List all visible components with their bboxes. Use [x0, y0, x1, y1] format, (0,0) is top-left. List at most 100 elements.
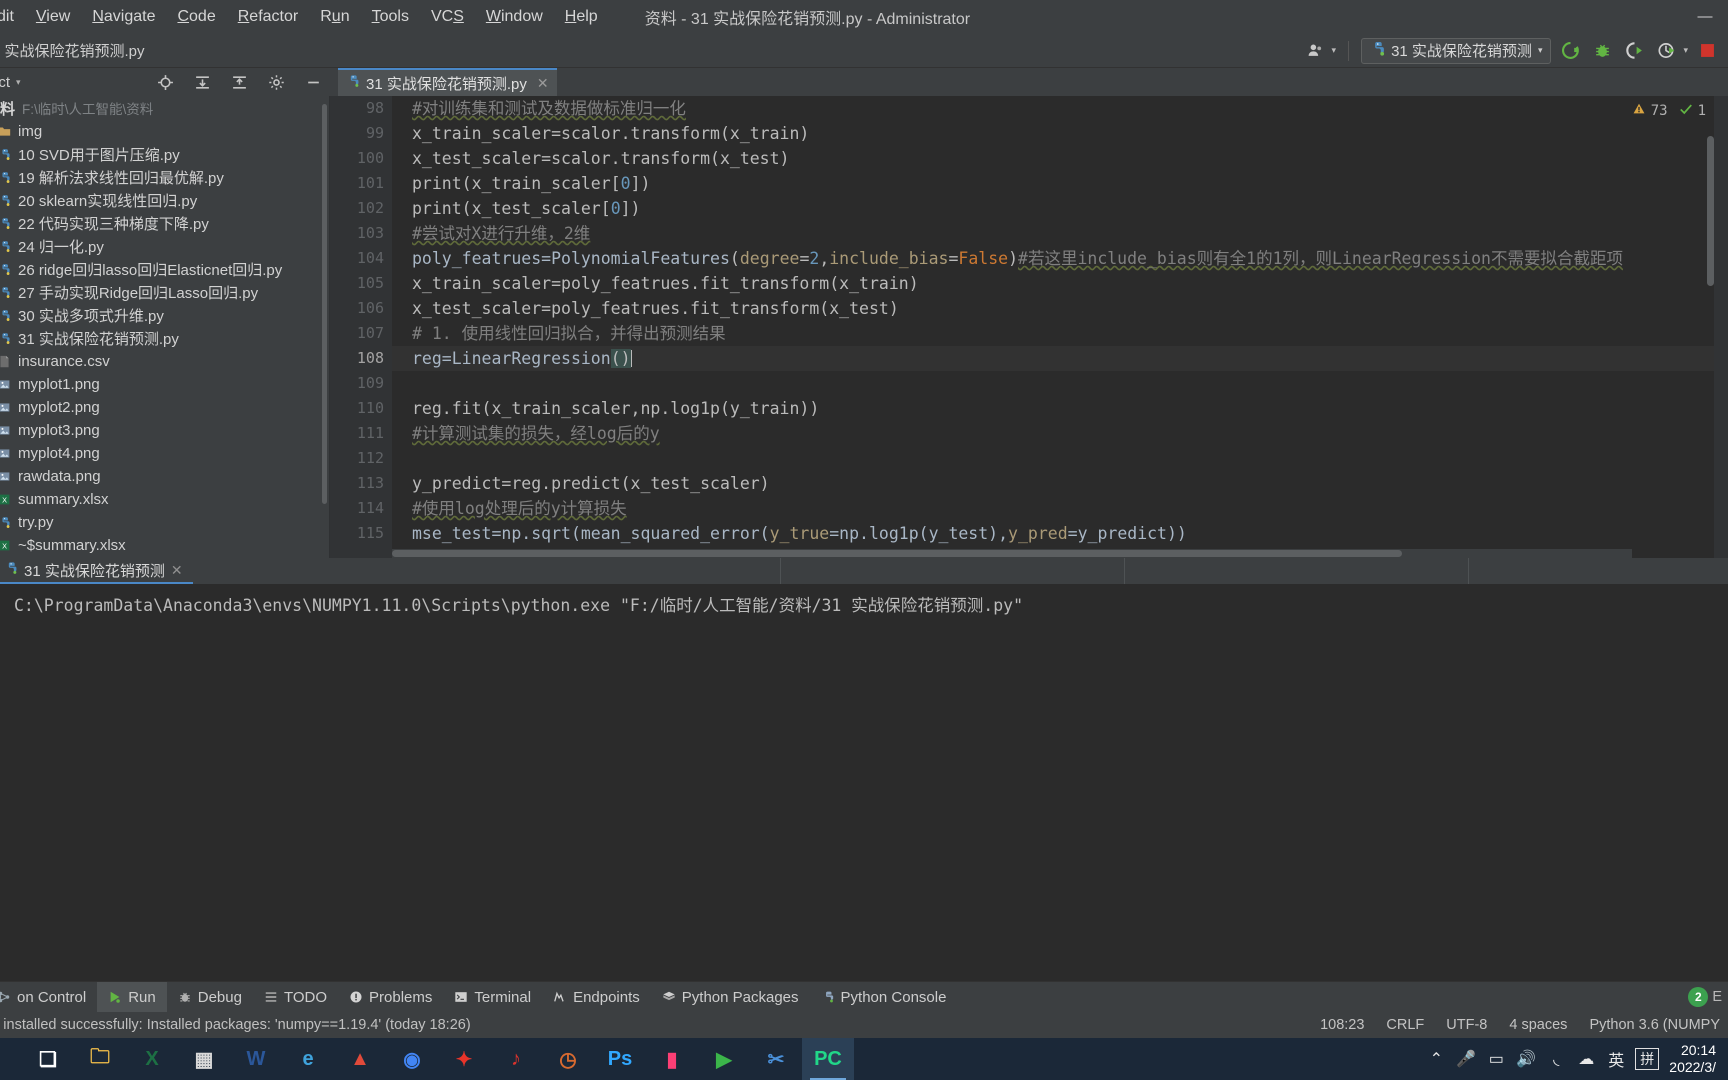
bottom-tab-problems[interactable]: Problems — [338, 982, 443, 1013]
select-opened-file-icon[interactable] — [152, 69, 178, 95]
project-file-list[interactable]: img 10 SVD用于图片压缩.py 19 解析法求线性回归最优解.py 20 sk… — [0, 120, 329, 557]
file-explorer-icon[interactable]: 🗀 — [74, 1038, 126, 1080]
code-line[interactable]: # 1. 使用线性回归拟合，并得出预测结果 — [392, 321, 1728, 346]
bottom-tab-on-control[interactable]: on Control — [0, 982, 97, 1013]
pycharm-icon[interactable]: PC — [802, 1038, 854, 1080]
bottom-tab-endpoints[interactable]: Endpoints — [542, 982, 651, 1013]
code-content[interactable]: #对训练集和测试及数据做标准归一化 x_train_scaler=scalor.t… — [392, 96, 1728, 558]
project-tree-item[interactable]: 22 代码实现三种梯度下降.py — [0, 212, 329, 235]
stop-button[interactable] — [1694, 38, 1720, 64]
project-tree-item[interactable]: X ~$summary.xlsx — [0, 534, 329, 557]
run-config-caret-icon[interactable]: ▾ — [1538, 45, 1543, 56]
project-tree-item[interactable]: img — [0, 120, 329, 143]
code-line[interactable]: mse_test=np.sqrt(mean_squared_error(y_tr… — [392, 521, 1728, 546]
chrome-icon[interactable]: ◉ — [386, 1038, 438, 1080]
code-line[interactable]: x_train_scaler=poly_featrues.fit_transfo… — [392, 271, 1728, 296]
project-tree-item[interactable]: 20 sklearn实现线性回归.py — [0, 189, 329, 212]
word-icon[interactable]: W — [230, 1038, 282, 1080]
caret-position[interactable]: 108:23 — [1320, 1017, 1364, 1033]
editor-vertical-scrollbar[interactable] — [1707, 136, 1714, 286]
run-configuration-selector[interactable]: 31 实战保险花销预测 ▾ — [1361, 37, 1552, 64]
bottom-tab-python-console[interactable]: Python Console — [810, 982, 958, 1013]
expand-all-icon[interactable] — [189, 69, 215, 95]
editor-hscroll-thumb[interactable] — [392, 550, 1402, 557]
code-editor[interactable]: 98 99 100 101 102 103 104 105 106 107 108 109 110 111… — [330, 96, 1728, 558]
close-icon[interactable]: ✕ — [537, 75, 549, 92]
show-hidden-icons-icon[interactable]: ⌃ — [1421, 1038, 1451, 1080]
clock-icon[interactable]: ◷ — [542, 1038, 594, 1080]
media-player-icon[interactable]: ▶ — [698, 1038, 750, 1080]
jetbrains-icon[interactable]: ▮ — [646, 1038, 698, 1080]
menu-navigate[interactable]: Navigate — [81, 4, 166, 30]
flash-icon[interactable]: ✦ — [438, 1038, 490, 1080]
code-line[interactable]: #计算测试集的损失，经log后的y — [392, 421, 1728, 446]
close-icon[interactable]: ✕ — [171, 562, 183, 579]
event-log-label[interactable]: E — [1712, 989, 1722, 1005]
menu-tools[interactable]: Tools — [361, 4, 420, 30]
project-tree-item[interactable]: myplot2.png — [0, 396, 329, 419]
code-line[interactable]: x_train_scaler=scalor.transform(x_train) — [392, 121, 1728, 146]
profile-button[interactable] — [1653, 38, 1679, 64]
project-tree-item[interactable]: 24 归一化.py — [0, 235, 329, 258]
project-tree-item[interactable]: 30 实战多项式升维.py — [0, 304, 329, 327]
profile-caret-icon[interactable]: ▾ — [1683, 45, 1688, 56]
project-tree-item[interactable]: 27 手动实现Ridge回归Lasso回归.py — [0, 281, 329, 304]
inspection-status[interactable]: 73 1 — [1632, 102, 1706, 120]
netease-music-icon[interactable]: ♪ — [490, 1038, 542, 1080]
menu-refactor[interactable]: Refactor — [227, 4, 309, 30]
menu-run[interactable]: Run — [309, 4, 360, 30]
settings-gear-icon[interactable] — [263, 69, 289, 95]
menu-help[interactable]: Help — [554, 4, 609, 30]
ime-lang-icon[interactable]: 英 — [1601, 1038, 1631, 1080]
minimize-button[interactable]: — — [1682, 0, 1728, 33]
project-tree-item[interactable]: 31 实战保险花销预测.py — [0, 327, 329, 350]
project-tree-item[interactable]: myplot4.png — [0, 442, 329, 465]
run-tab-active[interactable]: 31 实战保险花销预测 ✕ — [0, 558, 193, 584]
code-line[interactable]: #使用log处理后的y计算损失 — [392, 496, 1728, 521]
bottom-tab-terminal[interactable]: Terminal — [443, 982, 542, 1013]
edge-icon[interactable]: e — [282, 1038, 334, 1080]
code-line[interactable]: poly_featrues=PolynomialFeatures(degree=… — [392, 246, 1728, 271]
python-interpreter[interactable]: Python 3.6 (NUMPY — [1589, 1017, 1720, 1033]
editor-tab-active[interactable]: 31 实战保险花销预测.py ✕ — [338, 68, 557, 96]
project-tree-item[interactable]: Xsummary.xlsx — [0, 488, 329, 511]
run-button[interactable] — [1557, 38, 1583, 64]
menu-vcs[interactable]: VCS — [420, 4, 475, 30]
collapse-all-icon[interactable] — [226, 69, 252, 95]
code-line[interactable] — [392, 371, 1728, 396]
editor-warning-stripe[interactable] — [1714, 96, 1728, 558]
task-view-icon[interactable]: ❏ — [22, 1038, 74, 1080]
indent-setting[interactable]: 4 spaces — [1509, 1017, 1567, 1033]
file-encoding[interactable]: UTF-8 — [1446, 1017, 1487, 1033]
bottom-tab-python-packages[interactable]: Python Packages — [651, 982, 810, 1013]
project-tree-item[interactable]: insurance.csv — [0, 350, 329, 373]
toolwindow-title[interactable]: ect — [0, 74, 10, 91]
project-tree-item[interactable]: myplot3.png — [0, 419, 329, 442]
menu-code[interactable]: Code — [166, 4, 226, 30]
snipaste-icon[interactable]: ✂ — [750, 1038, 802, 1080]
event-log-badge[interactable]: 2 — [1688, 987, 1709, 1007]
project-root-row[interactable]: 料 F:\临时\人工智能\资料 — [0, 96, 329, 120]
code-line[interactable]: print(x_train_scaler[0]) — [392, 171, 1728, 196]
menu-view[interactable]: View — [25, 4, 81, 30]
project-tree-item[interactable]: 10 SVD用于图片压缩.py — [0, 143, 329, 166]
project-tree-item[interactable]: 19 解析法求线性回归最优解.py — [0, 166, 329, 189]
project-tree-item[interactable]: rawdata.png — [0, 465, 329, 488]
taskbar-clock[interactable]: 20:14 2022/3/ — [1663, 1038, 1728, 1080]
project-tree[interactable]: 料 F:\临时\人工智能\资料 img 10 SVD用于图片压缩.py 19 解析法… — [0, 96, 330, 558]
menu-edit[interactable]: dit — [0, 4, 25, 30]
debug-button[interactable] — [1589, 38, 1615, 64]
ime-pinyin-icon[interactable]: 拼 — [1635, 1048, 1660, 1070]
wifi-icon[interactable]: ◟ — [1541, 1038, 1571, 1080]
bottom-tab-todo[interactable]: TODO — [253, 982, 338, 1013]
editor-horizontal-scrollbar[interactable] — [392, 549, 1632, 558]
code-line[interactable]: print(x_test_scaler[0]) — [392, 196, 1728, 221]
project-tree-item[interactable]: try.py — [0, 511, 329, 534]
run-console-output[interactable]: C:\ProgramData\Anaconda3\envs\NUMPY1.11.… — [0, 584, 1728, 981]
project-scrollbar[interactable] — [322, 104, 327, 504]
project-tree-item[interactable]: myplot1.png — [0, 373, 329, 396]
user-caret-icon[interactable]: ▾ — [1332, 45, 1337, 56]
calendar-icon[interactable]: ▦ — [178, 1038, 230, 1080]
excel-icon[interactable]: X — [126, 1038, 178, 1080]
photoshop-icon[interactable]: Ps — [594, 1038, 646, 1080]
